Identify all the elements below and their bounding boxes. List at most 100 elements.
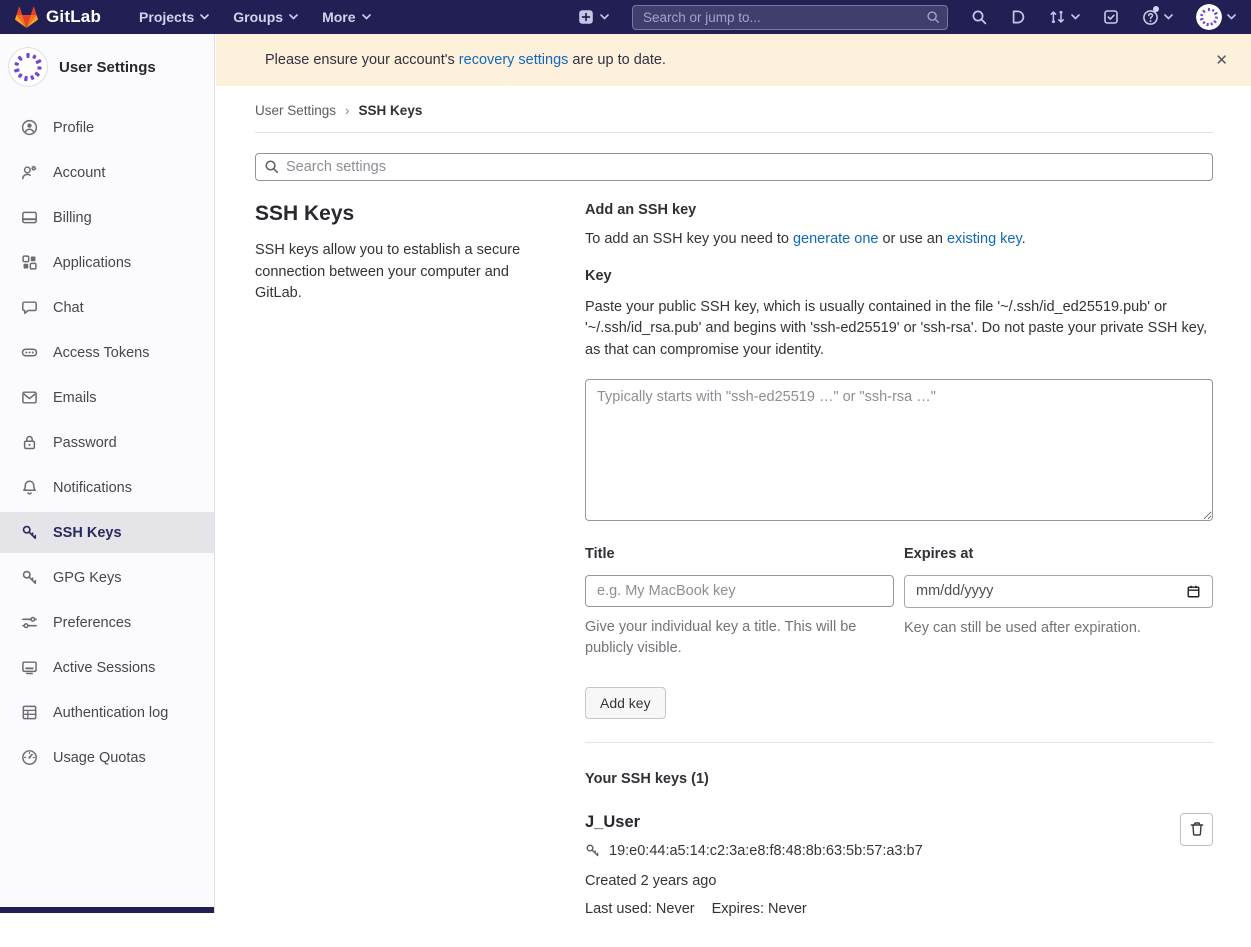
ssh-key-fingerprint: 19:e0:44:a5:14:c2:3a:e8:f8:48:8b:63:5b:5… xyxy=(609,843,923,859)
expires-at-input[interactable]: mm/dd/yyyy xyxy=(904,575,1213,608)
billing-icon xyxy=(21,209,38,226)
search-icon xyxy=(264,159,279,174)
sidebar-item-preferences[interactable]: Preferences xyxy=(0,602,214,643)
sidebar-item-notifications[interactable]: Notifications xyxy=(0,467,214,508)
sidebar-item-authentication-log[interactable]: Authentication log xyxy=(0,692,214,733)
merge-requests-icon xyxy=(1049,9,1066,25)
delete-key-button[interactable] xyxy=(1180,813,1213,846)
page-description: SSH keys allow you to establish a secure… xyxy=(255,240,522,304)
nav-groups[interactable]: Groups xyxy=(233,9,298,25)
sidebar-item-billing[interactable]: Billing xyxy=(0,197,214,238)
breadcrumb-ssh-keys: SSH Keys xyxy=(359,103,423,118)
user-menu-button[interactable] xyxy=(1196,4,1236,30)
breadcrumb: User Settings › SSH Keys xyxy=(255,86,1213,133)
search-icon xyxy=(971,9,987,25)
authentication-log-icon xyxy=(21,704,38,721)
title-label: Title xyxy=(585,546,894,562)
issues-button[interactable] xyxy=(1010,9,1026,25)
existing-key-link[interactable]: existing key xyxy=(947,231,1022,247)
chevron-down-icon xyxy=(1164,14,1173,20)
chevron-down-icon xyxy=(289,14,298,20)
todos-button[interactable] xyxy=(1103,9,1119,25)
section-divider xyxy=(585,742,1213,743)
generate-one-link[interactable]: generate one xyxy=(793,231,878,247)
sidebar-item-active-sessions[interactable]: Active Sessions xyxy=(0,647,214,688)
chevron-down-icon xyxy=(200,14,209,20)
chat-icon xyxy=(21,299,38,316)
settings-sidebar: User Settings Profile Account Billing Ap… xyxy=(0,34,215,913)
chevron-down-icon xyxy=(1071,14,1080,20)
recovery-settings-alert: Please ensure your account's recovery se… xyxy=(216,34,1251,86)
merge-requests-button[interactable] xyxy=(1049,9,1080,25)
chevron-down-icon xyxy=(600,14,609,20)
key-icon xyxy=(585,843,600,858)
sidebar-nav: Profile Account Billing Applications Cha… xyxy=(0,107,214,778)
ssh-key-last-used: Last used: Never xyxy=(585,901,695,917)
chevron-down-icon xyxy=(1227,14,1236,20)
notifications-icon xyxy=(21,479,38,496)
tanuki-icon xyxy=(15,6,38,29)
sidebar-item-emails[interactable]: Emails xyxy=(0,377,214,418)
ssh-key-name: J_User xyxy=(585,813,923,832)
ssh-key-list-item: J_User 19:e0:44:a5:14:c2:3a:e8:f8:48:8b:… xyxy=(585,813,1213,917)
title-help: Give your individual key a title. This w… xyxy=(585,617,885,659)
key-label: Key xyxy=(585,268,1213,284)
search-button[interactable] xyxy=(971,9,987,25)
page-title: SSH Keys xyxy=(255,202,522,225)
nav-more[interactable]: More xyxy=(322,9,370,25)
global-search-input[interactable] xyxy=(632,5,948,30)
recovery-settings-link[interactable]: recovery settings xyxy=(459,52,569,68)
usage-quotas-icon xyxy=(21,749,38,766)
sidebar-bottom-strip xyxy=(0,907,214,913)
ssh-keys-icon xyxy=(21,524,38,541)
todo-check-icon xyxy=(1103,9,1119,25)
ssh-key-created: Created 2 years ago xyxy=(585,873,923,889)
global-search xyxy=(632,5,948,30)
active-sessions-icon xyxy=(21,659,38,676)
sidebar-item-ssh-keys[interactable]: SSH Keys xyxy=(0,512,214,553)
calendar-icon[interactable] xyxy=(1186,584,1201,599)
key-description: Paste your public SSH key, which is usua… xyxy=(585,297,1213,361)
ssh-key-textarea[interactable] xyxy=(585,379,1213,521)
expires-help: Key can still be used after expiration. xyxy=(904,618,1204,639)
account-icon xyxy=(21,164,38,181)
applications-icon xyxy=(21,254,38,271)
sidebar-item-applications[interactable]: Applications xyxy=(0,242,214,283)
avatar xyxy=(8,47,48,87)
ssh-key-expires: Expires: Never xyxy=(712,901,807,917)
breadcrumb-separator-icon: › xyxy=(345,103,350,118)
preferences-icon xyxy=(21,614,38,631)
sidebar-item-access-tokens[interactable]: Access Tokens xyxy=(0,332,214,373)
sidebar-item-account[interactable]: Account xyxy=(0,152,214,193)
add-ssh-key-heading: Add an SSH key xyxy=(585,202,1213,218)
password-icon xyxy=(21,434,38,451)
sidebar-title: User Settings xyxy=(59,59,156,76)
sidebar-item-chat[interactable]: Chat xyxy=(0,287,214,328)
add-key-button[interactable]: Add key xyxy=(585,687,666,719)
add-ssh-key-intro: To add an SSH key you need to generate o… xyxy=(585,231,1213,247)
sidebar-item-usage-quotas[interactable]: Usage Quotas xyxy=(0,737,214,778)
gpg-keys-icon xyxy=(21,569,38,586)
sidebar-item-profile[interactable]: Profile xyxy=(0,107,214,148)
key-title-input[interactable] xyxy=(585,575,894,607)
help-button[interactable] xyxy=(1142,9,1173,26)
settings-search-input[interactable] xyxy=(255,153,1213,181)
settings-search xyxy=(255,153,1213,181)
notification-dot xyxy=(1153,6,1159,12)
sidebar-item-password[interactable]: Password xyxy=(0,422,214,463)
chevron-down-icon xyxy=(362,14,371,20)
gitlab-logo[interactable]: GitLab xyxy=(15,6,101,29)
nav-projects[interactable]: Projects xyxy=(139,9,209,25)
emails-icon xyxy=(21,389,38,406)
alert-text: Please ensure your account's recovery se… xyxy=(265,52,1209,68)
top-navbar: GitLab Projects Groups More xyxy=(0,0,1251,34)
your-ssh-keys-heading: Your SSH keys (1) xyxy=(585,771,1213,787)
issues-icon xyxy=(1010,9,1026,25)
breadcrumb-user-settings[interactable]: User Settings xyxy=(255,103,336,118)
sidebar-item-gpg-keys[interactable]: GPG Keys xyxy=(0,557,214,598)
plus-square-icon xyxy=(578,9,594,25)
trash-icon xyxy=(1189,821,1205,837)
search-icon xyxy=(926,10,940,24)
new-menu-button[interactable] xyxy=(578,9,609,25)
close-icon[interactable]: ✕ xyxy=(1209,51,1234,70)
